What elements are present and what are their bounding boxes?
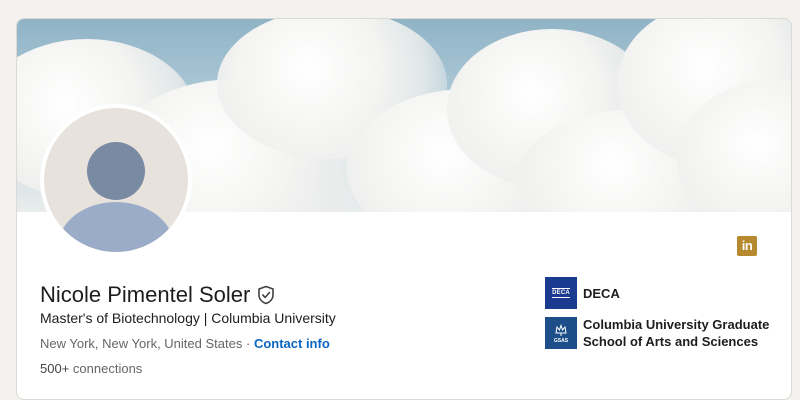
separator-dot: · [245, 336, 251, 351]
profile-name-row: Nicole Pimentel Soler [40, 281, 275, 309]
profile-location: New York, New York, United States [40, 336, 243, 351]
connections-label: connections [72, 361, 143, 376]
linkedin-icon[interactable]: in [737, 236, 757, 256]
contact-info-link[interactable]: Contact info [254, 336, 330, 351]
profile-name: Nicole Pimentel Soler [40, 282, 251, 307]
crown-icon [555, 323, 567, 336]
connections-count[interactable]: 500+ connections [40, 360, 142, 377]
profile-card: in Nicole Pimentel Soler Master's of Bio… [16, 18, 792, 400]
location-row: New York, New York, United States · Cont… [40, 335, 330, 352]
connections-number: 500+ [40, 361, 70, 376]
org-item-columbia-gsas[interactable]: GSAS Columbia University Graduate School… [545, 316, 773, 350]
profile-headline: Master's of Biotechnology | Columbia Uni… [40, 310, 336, 326]
deca-logo: DECA [545, 277, 577, 309]
profile-photo[interactable] [40, 104, 192, 256]
verified-shield-icon[interactable] [257, 285, 275, 305]
org-name-columbia-gsas: Columbia University Graduate School of A… [583, 317, 770, 349]
gsas-logo: GSAS [545, 317, 577, 349]
org-name-deca: DECA [583, 285, 620, 301]
avatar-placeholder-icon [44, 108, 188, 252]
org-item-deca[interactable]: DECA DECA [545, 277, 620, 309]
